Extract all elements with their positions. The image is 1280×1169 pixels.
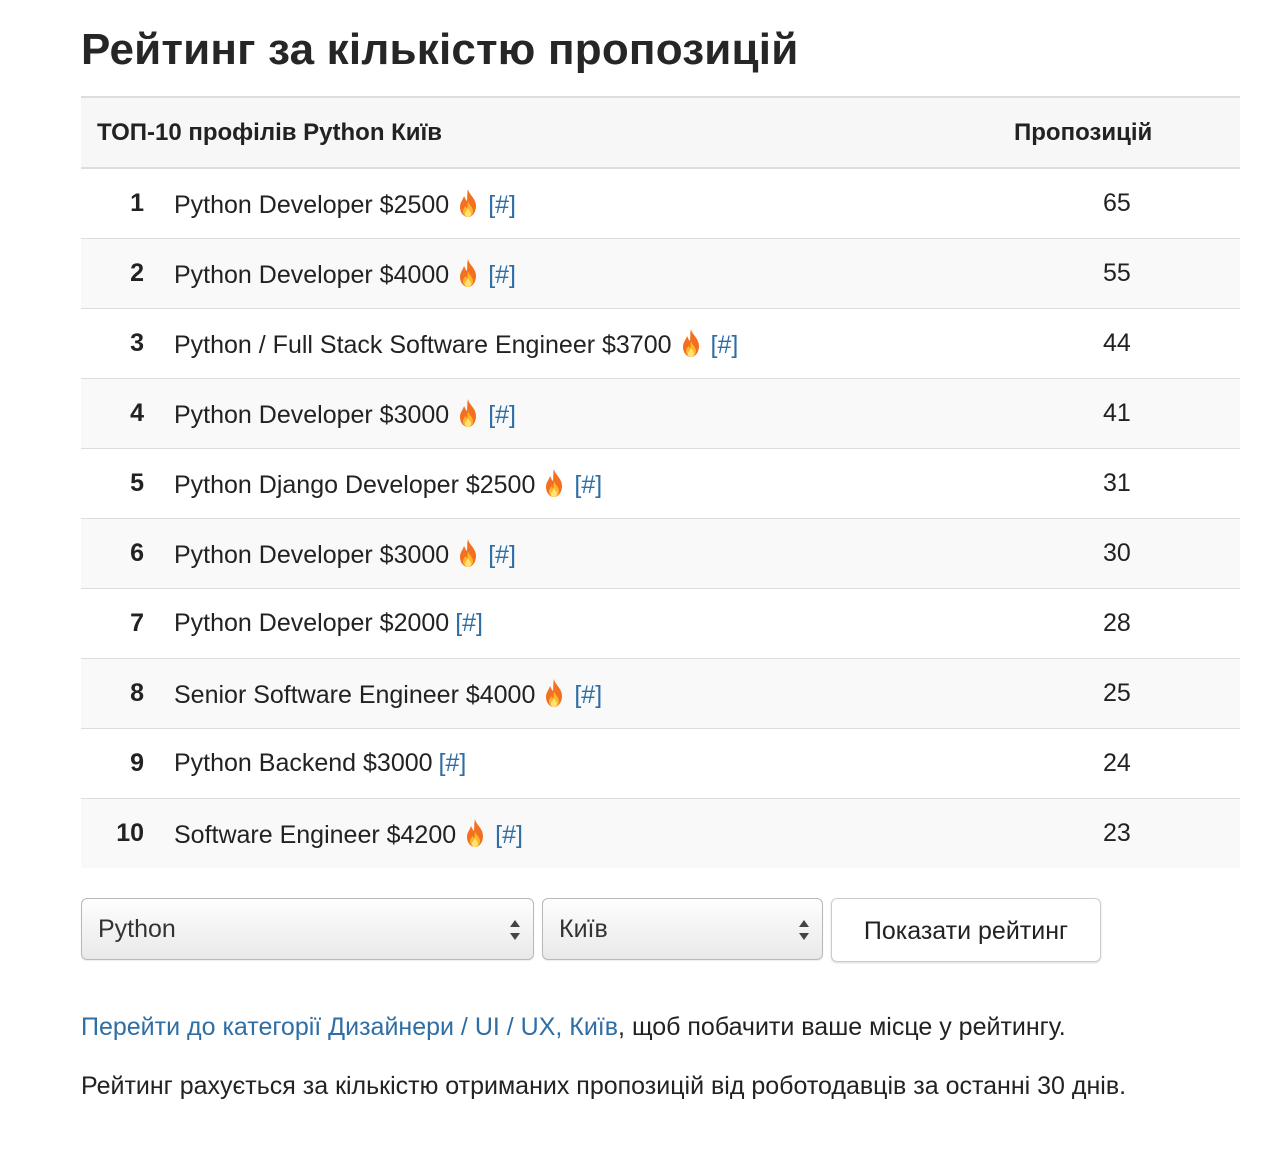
row-title-cell: Python Developer $2000 [#] [174, 588, 1014, 659]
table-row: 10 Software Engineer $4200 [#] 23 [81, 798, 1240, 868]
row-count: 28 [1014, 588, 1240, 659]
row-count: 25 [1014, 658, 1240, 729]
row-title: Python Developer $3000 [174, 400, 450, 429]
row-anchor-link[interactable]: [#] [495, 821, 523, 849]
row-count: 24 [1014, 728, 1240, 799]
row-title-cell: Software Engineer $4200 [#] [174, 798, 1014, 868]
row-anchor-link[interactable]: [#] [439, 749, 467, 777]
category-link[interactable]: Перейти до категорії Дизайнери / UI / UX… [81, 1013, 618, 1041]
row-rank: 3 [81, 308, 174, 379]
row-anchor-link[interactable]: [#] [574, 471, 602, 499]
row-title: Python Developer $4000 [174, 260, 450, 289]
row-title: Python Developer $2000 [174, 609, 450, 637]
show-rating-button[interactable]: Показати рейтинг [831, 898, 1101, 962]
row-rank: 10 [81, 798, 174, 868]
table-row: 4 Python Developer $3000 [#] 41 [81, 378, 1240, 449]
table-row: 7 Python Developer $2000 [#] 28 [81, 588, 1240, 659]
language-select[interactable]: Python [81, 898, 534, 960]
row-title: Python / Full Stack Software Engineer $3… [174, 330, 672, 359]
page-title: Рейтинг за кількістю пропозицій [81, 25, 799, 74]
fire-icon [460, 188, 477, 217]
table-row: 8 Senior Software Engineer $4000 [#] 25 [81, 658, 1240, 729]
fire-icon [460, 398, 477, 427]
table-header-row: ТОП-10 профілів Python Київ Пропозицій [81, 96, 1240, 169]
table-row: 9 Python Backend $3000 [#] 24 [81, 728, 1240, 799]
row-rank: 9 [81, 728, 174, 799]
row-count: 23 [1014, 798, 1240, 868]
row-rank: 2 [81, 238, 174, 309]
row-anchor-link[interactable]: [#] [488, 541, 516, 569]
select-arrows-icon [510, 920, 520, 940]
row-anchor-link[interactable]: [#] [488, 401, 516, 429]
row-title: Python Backend $3000 [174, 749, 433, 777]
row-rank: 5 [81, 448, 174, 519]
row-title-cell: Senior Software Engineer $4000 [#] [174, 658, 1014, 729]
fire-icon [460, 258, 477, 287]
row-count: 30 [1014, 518, 1240, 589]
rating-note: Рейтинг рахується за кількістю отриманих… [81, 1072, 1127, 1100]
row-title-cell: Python Developer $2500 [#] [174, 168, 1014, 239]
row-anchor-link[interactable]: [#] [455, 609, 483, 637]
row-anchor-link[interactable]: [#] [488, 191, 516, 219]
row-rank: 7 [81, 588, 174, 659]
table-row: 6 Python Developer $3000 [#] 30 [81, 518, 1240, 589]
language-select-value: Python [98, 915, 176, 943]
table-body: 1 Python Developer $2500 [#] 65 2 Python Deve… [81, 168, 1240, 868]
row-title: Python Django Developer $2500 [174, 470, 536, 499]
row-anchor-link[interactable]: [#] [488, 261, 516, 289]
table-row: 2 Python Developer $4000 [#] 55 [81, 238, 1240, 309]
select-arrows-icon [799, 920, 809, 940]
table-row: 5 Python Django Developer $2500 [#] 31 [81, 448, 1240, 519]
row-anchor-link[interactable]: [#] [574, 681, 602, 709]
table-header-count: Пропозицій [1014, 96, 1240, 169]
row-rank: 6 [81, 518, 174, 589]
row-title-cell: Python Developer $3000 [#] [174, 518, 1014, 589]
row-title-cell: Python Developer $3000 [#] [174, 378, 1014, 449]
city-select[interactable]: Київ [542, 898, 823, 960]
row-title: Python Developer $3000 [174, 540, 450, 569]
fire-icon [546, 468, 563, 497]
row-title-cell: Python Developer $4000 [#] [174, 238, 1014, 309]
rating-table: ТОП-10 профілів Python Київ Пропозицій 1… [81, 96, 1240, 868]
row-title-cell: Python Django Developer $2500 [#] [174, 448, 1014, 519]
row-count: 31 [1014, 448, 1240, 519]
table-header-title: ТОП-10 профілів Python Київ [81, 96, 1014, 169]
city-select-value: Київ [559, 915, 608, 943]
row-title-cell: Python / Full Stack Software Engineer $3… [174, 308, 1014, 379]
fire-icon [682, 328, 699, 357]
row-title: Software Engineer $4200 [174, 820, 457, 849]
fire-icon [467, 818, 484, 847]
category-info-suffix: , щоб побачити ваше місце у рейтингу. [618, 1013, 1066, 1041]
category-info: Перейти до категорії Дизайнери / UI / UX… [81, 1013, 1066, 1042]
table-row: 3 Python / Full Stack Software Engineer $… [81, 308, 1240, 379]
row-rank: 4 [81, 378, 174, 449]
table-row: 1 Python Developer $2500 [#] 65 [81, 168, 1240, 239]
row-count: 55 [1014, 238, 1240, 309]
fire-icon [460, 538, 477, 567]
row-count: 44 [1014, 308, 1240, 379]
row-title: Senior Software Engineer $4000 [174, 680, 536, 709]
row-title-cell: Python Backend $3000 [#] [174, 728, 1014, 799]
row-count: 65 [1014, 168, 1240, 239]
fire-icon [546, 678, 563, 707]
row-title: Python Developer $2500 [174, 190, 450, 219]
row-rank: 1 [81, 168, 174, 239]
row-count: 41 [1014, 378, 1240, 449]
row-rank: 8 [81, 658, 174, 729]
row-anchor-link[interactable]: [#] [711, 331, 739, 359]
